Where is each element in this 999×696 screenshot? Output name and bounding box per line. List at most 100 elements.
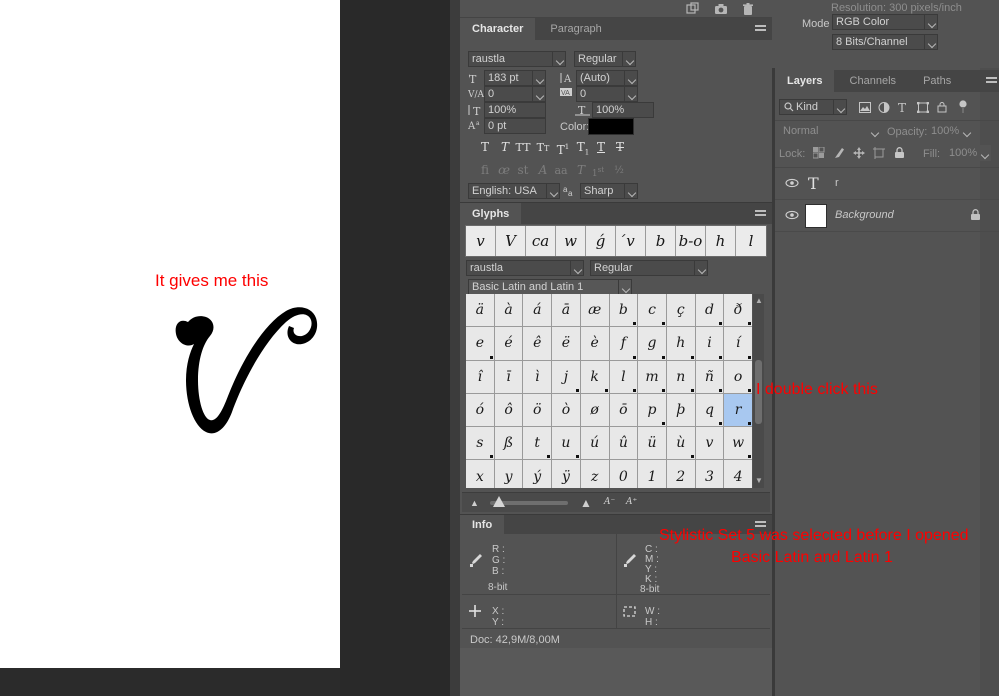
- lock-artboard-icon[interactable]: [873, 147, 885, 162]
- fill-combo[interactable]: 100%: [945, 145, 991, 161]
- shape-layer-filter-icon[interactable]: [917, 102, 929, 116]
- swash-button[interactable]: A: [534, 163, 552, 178]
- large-glyph-size-icon[interactable]: ▲: [580, 496, 592, 510]
- glyph-cell[interactable]: ð: [724, 294, 752, 327]
- lock-position-icon[interactable]: [853, 147, 865, 162]
- superscript-button[interactable]: T1: [554, 140, 572, 157]
- all-caps-button[interactable]: TT: [514, 140, 532, 155]
- glyphs-font-family-chevron-down-icon[interactable]: [570, 260, 584, 276]
- color-mode-chevron-down-icon[interactable]: [924, 14, 938, 30]
- bit-depth-chevron-down-icon[interactable]: [924, 34, 938, 50]
- glyph-cell[interactable]: w: [724, 427, 752, 460]
- baseline-shift-value[interactable]: 0 pt: [484, 118, 546, 134]
- smart-object-filter-icon[interactable]: [936, 102, 948, 116]
- small-glyph-size-icon[interactable]: ▲: [470, 498, 479, 508]
- subscript-button[interactable]: T1: [574, 140, 592, 156]
- ordinals-button[interactable]: 1st: [589, 163, 607, 179]
- glyph-cell[interactable]: é: [494, 327, 523, 360]
- layer-row-text[interactable]: T r: [775, 168, 999, 200]
- kerning-chevron-down-icon[interactable]: [532, 86, 546, 102]
- glyph-cell[interactable]: c: [638, 294, 666, 327]
- glyph-cell[interactable]: h: [666, 327, 695, 360]
- glyph-cell[interactable]: ß: [494, 427, 523, 460]
- glyph-cell[interactable]: f: [609, 327, 638, 360]
- glyph-cell[interactable]: î: [466, 360, 494, 393]
- glyph-cell[interactable]: u: [552, 427, 580, 460]
- type-layer-filter-icon[interactable]: T: [898, 101, 906, 115]
- blend-mode-value[interactable]: Normal: [779, 123, 867, 139]
- glyph-cell[interactable]: ý: [523, 460, 552, 488]
- tab-paths[interactable]: Paths: [911, 70, 963, 92]
- tab-character[interactable]: Character: [460, 18, 536, 40]
- font-size-combo[interactable]: 183 pt: [484, 70, 546, 86]
- glyph-cell[interactable]: þ: [666, 393, 695, 427]
- glyph-cell[interactable]: û: [609, 427, 638, 460]
- tab-paragraph[interactable]: Paragraph: [538, 18, 613, 40]
- lock-all-icon[interactable]: [894, 147, 905, 162]
- glyph-cell[interactable]: q: [695, 393, 724, 427]
- glyph-category-combo[interactable]: Basic Latin and Latin 1: [468, 279, 632, 295]
- opacity-combo[interactable]: 100%: [927, 123, 973, 139]
- glyph-preview-cell[interactable]: ́v: [616, 226, 646, 256]
- anti-alias-chevron-down-icon[interactable]: [624, 183, 638, 199]
- tab-info[interactable]: Info: [460, 515, 505, 535]
- language-combo[interactable]: English: USA: [468, 183, 560, 199]
- glyph-cell[interactable]: ü: [638, 427, 666, 460]
- glyph-cell[interactable]: j: [552, 360, 580, 393]
- tab-layers[interactable]: Layers: [775, 70, 835, 92]
- glyphs-panel-menu-icon[interactable]: [755, 210, 766, 218]
- layer-name-background[interactable]: Background: [835, 209, 894, 221]
- kerning-value[interactable]: 0: [484, 86, 532, 102]
- fill-chevron-down-icon[interactable]: [977, 145, 991, 161]
- font-family-chevron-down-icon[interactable]: [552, 51, 566, 67]
- glyph-cell[interactable]: g: [638, 327, 666, 360]
- glyph-cell[interactable]: z: [580, 460, 609, 488]
- pixel-layer-filter-icon[interactable]: [859, 102, 871, 116]
- faux-italic-button[interactable]: T: [496, 140, 514, 155]
- font-style-value[interactable]: Regular: [574, 51, 622, 67]
- blend-mode-chevron-down-icon[interactable]: [867, 123, 881, 139]
- glyph-cell[interactable]: ò: [552, 393, 580, 427]
- glyph-cell[interactable]: l: [609, 360, 638, 393]
- character-panel-menu-icon[interactable]: [755, 25, 766, 33]
- font-family-combo[interactable]: raustla: [468, 51, 566, 67]
- kerning-combo[interactable]: 0: [484, 86, 546, 102]
- discretionary-ligatures-button[interactable]: st: [514, 163, 532, 178]
- glyphs-font-style-chevron-down-icon[interactable]: [694, 260, 708, 276]
- glyph-cell[interactable]: p: [638, 393, 666, 427]
- glyph-preview-cell[interactable]: w: [556, 226, 586, 256]
- glyph-grid[interactable]: äàáāæbcçdð eéêëèfghií îīìjklmnño óôöòøōpþqr…: [466, 294, 752, 488]
- anti-alias-value[interactable]: Sharp: [580, 183, 624, 199]
- scroll-up-arrow-icon[interactable]: ▲: [755, 296, 763, 306]
- glyph-cell[interactable]: k: [580, 360, 609, 393]
- opacity-chevron-down-icon[interactable]: [959, 123, 973, 139]
- glyph-cell[interactable]: n: [666, 360, 695, 393]
- fractions-button[interactable]: ½: [610, 163, 628, 178]
- glyphs-font-family-combo[interactable]: raustla: [466, 260, 584, 276]
- glyph-cell[interactable]: æ: [580, 294, 609, 327]
- glyph-cell[interactable]: ā: [552, 294, 580, 327]
- glyph-cell[interactable]: ô: [494, 393, 523, 427]
- glyph-preview-cell[interactable]: V: [496, 226, 526, 256]
- layers-panel-menu-icon[interactable]: [986, 77, 997, 85]
- glyph-cell[interactable]: à: [494, 294, 523, 327]
- blend-mode-combo[interactable]: Normal: [779, 123, 881, 139]
- text-color-swatch[interactable]: [588, 118, 634, 135]
- glyph-cell[interactable]: 2: [666, 460, 695, 488]
- glyph-cell[interactable]: ō: [609, 393, 638, 427]
- lock-image-pixels-icon[interactable]: [833, 147, 845, 162]
- glyph-preview-cell[interactable]: h: [706, 226, 736, 256]
- glyph-preview-cell[interactable]: l: [736, 226, 766, 256]
- glyph-alternates-preview-row[interactable]: v Vca w ǵ́v b b-o h l: [465, 225, 767, 257]
- leading-combo[interactable]: (Auto): [576, 70, 638, 86]
- font-size-chevron-down-icon[interactable]: [532, 70, 546, 86]
- stylistic-alternates-button[interactable]: aa: [552, 163, 570, 178]
- trash-icon[interactable]: [741, 2, 755, 16]
- glyph-cell[interactable]: e: [466, 327, 494, 360]
- font-style-chevron-down-icon[interactable]: [622, 51, 636, 67]
- glyph-cell[interactable]: t: [523, 427, 552, 460]
- bit-depth-combo[interactable]: 8 Bits/Channel: [832, 34, 938, 50]
- decrease-glyph-size-icon[interactable]: A⁻: [604, 497, 615, 507]
- glyph-cell[interactable]: b: [609, 294, 638, 327]
- tracking-value[interactable]: 0: [576, 86, 624, 102]
